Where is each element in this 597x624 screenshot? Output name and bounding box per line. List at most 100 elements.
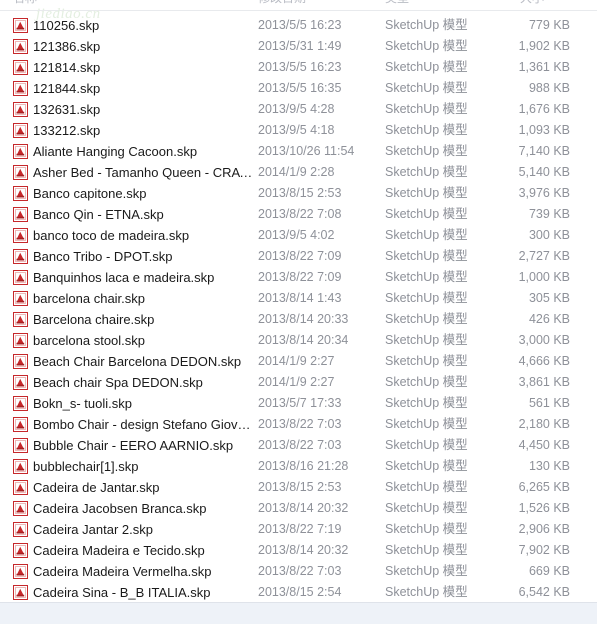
file-size: 3,976 KB <box>518 186 570 200</box>
file-date-modified: 2013/5/5 16:35 <box>258 81 342 95</box>
file-name[interactable]: 121814.skp <box>33 57 100 78</box>
file-row[interactable]: Banco Tribo - DPOT.skp 2013/8/22 7:09 Sket… <box>0 246 597 267</box>
file-name[interactable]: Cadeira Sina - B_B ITALIA.skp <box>33 582 211 603</box>
sketchup-file-icon <box>13 417 28 432</box>
file-name[interactable]: Beach chair Spa DEDON.skp <box>33 372 203 393</box>
file-row[interactable]: 110256.skp 2013/5/5 16:23 SketchUp 模型 779 K… <box>0 15 597 36</box>
file-date-modified: 2013/8/22 7:03 <box>258 564 342 578</box>
file-name[interactable]: Banco capitone.skp <box>33 183 146 204</box>
file-row[interactable]: Banco Qin - ETNA.skp 2013/8/22 7:08 Sketch… <box>0 204 597 225</box>
file-row[interactable]: Aliante Hanging Cacoon.skp 2013/10/26 11:… <box>0 141 597 162</box>
file-row[interactable]: barcelona chair.skp 2013/8/14 1:43 SketchU… <box>0 288 597 309</box>
file-row[interactable]: 121386.skp 2013/5/31 1:49 SketchUp 模型 1,902… <box>0 36 597 57</box>
sketchup-file-icon <box>13 375 28 390</box>
file-list[interactable]: 110256.skp 2013/5/5 16:23 SketchUp 模型 779 K… <box>0 11 597 603</box>
file-row[interactable]: Bokn_s- tuoli.skp 2013/5/7 17:33 SketchUp … <box>0 393 597 414</box>
file-name[interactable]: Aliante Hanging Cacoon.skp <box>33 141 197 162</box>
file-name[interactable]: Cadeira Madeira e Tecido.skp <box>33 540 205 561</box>
sketchup-file-icon <box>13 459 28 474</box>
file-date-modified: 2014/1/9 2:28 <box>258 165 335 179</box>
sketchup-file-icon <box>13 291 28 306</box>
file-date-modified: 2013/8/22 7:03 <box>258 438 342 452</box>
file-name[interactable]: banco toco de madeira.skp <box>33 225 189 246</box>
file-size: 1,093 KB <box>518 123 570 137</box>
file-row[interactable]: Beach chair Spa DEDON.skp 2014/1/9 2:27 Sk… <box>0 372 597 393</box>
column-header-date-modified[interactable]: 修改日期 <box>258 0 306 5</box>
file-size: 426 KB <box>528 312 570 326</box>
file-size: 1,902 KB <box>518 39 570 53</box>
sketchup-file-icon <box>13 228 28 243</box>
file-name[interactable]: Cadeira Jantar 2.skp <box>33 519 153 540</box>
file-row[interactable]: Cadeira Madeira Vermelha.skp 2013/8/22 7:… <box>0 561 597 582</box>
column-header-type[interactable]: 类型 <box>385 0 409 5</box>
file-row[interactable]: 121814.skp 2013/5/5 16:23 SketchUp 模型 1,361… <box>0 57 597 78</box>
file-row[interactable]: Banco capitone.skp 2013/8/15 2:53 SketchUp… <box>0 183 597 204</box>
file-row[interactable]: banco toco de madeira.skp 2013/9/5 4:02 Sk… <box>0 225 597 246</box>
column-header-size[interactable]: 大小 <box>520 0 544 5</box>
file-date-modified: 2013/9/5 4:18 <box>258 123 335 137</box>
file-name[interactable]: Banco Qin - ETNA.skp <box>33 204 164 225</box>
file-name[interactable]: Asher Bed - Tamanho Queen - CRAT… <box>33 162 255 183</box>
file-name[interactable]: barcelona chair.skp <box>33 288 145 309</box>
file-row[interactable]: Barcelona chaire.skp 2013/8/14 20:33 Sketc… <box>0 309 597 330</box>
file-date-modified: 2013/5/7 17:33 <box>258 396 342 410</box>
file-size: 6,265 KB <box>518 480 570 494</box>
file-size: 1,676 KB <box>518 102 570 116</box>
file-row[interactable]: 132631.skp 2013/9/5 4:28 SketchUp 模型 1,676 … <box>0 99 597 120</box>
file-size: 4,450 KB <box>518 438 570 452</box>
file-date-modified: 2013/10/26 11:54 <box>258 144 355 158</box>
file-row[interactable]: Beach Chair Barcelona DEDON.skp 2014/1/9 … <box>0 351 597 372</box>
file-row[interactable]: Banquinhos laca e madeira.skp 2013/8/22 7… <box>0 267 597 288</box>
details-pane <box>0 602 597 624</box>
file-name[interactable]: Beach Chair Barcelona DEDON.skp <box>33 351 241 372</box>
file-name[interactable]: Banco Tribo - DPOT.skp <box>33 246 172 267</box>
file-row[interactable]: Cadeira Jantar 2.skp 2013/8/22 7:19 Sketch… <box>0 519 597 540</box>
sketchup-file-icon <box>13 354 28 369</box>
file-name[interactable]: Cadeira de Jantar.skp <box>33 477 159 498</box>
file-row[interactable]: 133212.skp 2013/9/5 4:18 SketchUp 模型 1,093 … <box>0 120 597 141</box>
column-header-name[interactable]: 名称 <box>13 0 37 5</box>
sketchup-file-icon <box>13 312 28 327</box>
file-name[interactable]: barcelona stool.skp <box>33 330 145 351</box>
file-name[interactable]: 133212.skp <box>33 120 100 141</box>
file-row[interactable]: Cadeira Jacobsen Branca.skp 2013/8/14 20:… <box>0 498 597 519</box>
file-size: 988 KB <box>528 81 570 95</box>
file-row[interactable]: bubblechair[1].skp 2013/8/16 21:28 SketchU… <box>0 456 597 477</box>
file-size: 4,666 KB <box>518 354 570 368</box>
file-size: 2,180 KB <box>518 417 570 431</box>
file-size: 779 KB <box>528 18 570 32</box>
file-name[interactable]: bubblechair[1].skp <box>33 456 139 477</box>
sketchup-file-icon <box>13 270 28 285</box>
file-name[interactable]: 121844.skp <box>33 78 100 99</box>
file-date-modified: 2014/1/9 2:27 <box>258 354 335 368</box>
sketchup-file-icon <box>13 249 28 264</box>
file-name[interactable]: Bubble Chair - EERO AARNIO.skp <box>33 435 233 456</box>
file-date-modified: 2013/8/14 1:43 <box>258 291 342 305</box>
file-row[interactable]: Cadeira Madeira e Tecido.skp 2013/8/14 20… <box>0 540 597 561</box>
file-date-modified: 2013/8/22 7:19 <box>258 522 342 536</box>
file-name[interactable]: Banquinhos laca e madeira.skp <box>33 267 214 288</box>
file-name[interactable]: Bombo Chair - design Stefano Giova… <box>33 414 255 435</box>
file-date-modified: 2014/1/9 2:27 <box>258 375 335 389</box>
file-name[interactable]: Cadeira Madeira Vermelha.skp <box>33 561 211 582</box>
sketchup-file-icon <box>13 480 28 495</box>
file-name[interactable]: Barcelona chaire.skp <box>33 309 154 330</box>
sketchup-file-icon <box>13 522 28 537</box>
file-row[interactable]: Bubble Chair - EERO AARNIO.skp 2013/8/22 … <box>0 435 597 456</box>
file-row[interactable]: 121844.skp 2013/5/5 16:35 SketchUp 模型 988 K… <box>0 78 597 99</box>
file-row[interactable]: Cadeira Sina - B_B ITALIA.skp 2013/8/15 2… <box>0 582 597 603</box>
file-name[interactable]: 132631.skp <box>33 99 100 120</box>
file-row[interactable]: Bombo Chair - design Stefano Giova… 2013/… <box>0 414 597 435</box>
file-row[interactable]: Cadeira de Jantar.skp 2013/8/15 2:53 Sketc… <box>0 477 597 498</box>
file-name[interactable]: 110256.skp <box>33 15 99 36</box>
file-size: 561 KB <box>528 396 570 410</box>
sketchup-file-icon <box>13 102 28 117</box>
sketchup-file-icon <box>13 144 28 159</box>
file-name[interactable]: 121386.skp <box>33 36 100 57</box>
sketchup-file-icon <box>13 333 28 348</box>
file-name[interactable]: Cadeira Jacobsen Branca.skp <box>33 498 206 519</box>
file-row[interactable]: barcelona stool.skp 2013/8/14 20:34 Sketch… <box>0 330 597 351</box>
file-size: 305 KB <box>528 291 570 305</box>
file-row[interactable]: Asher Bed - Tamanho Queen - CRAT… 2014/1/… <box>0 162 597 183</box>
file-name[interactable]: Bokn_s- tuoli.skp <box>33 393 132 414</box>
